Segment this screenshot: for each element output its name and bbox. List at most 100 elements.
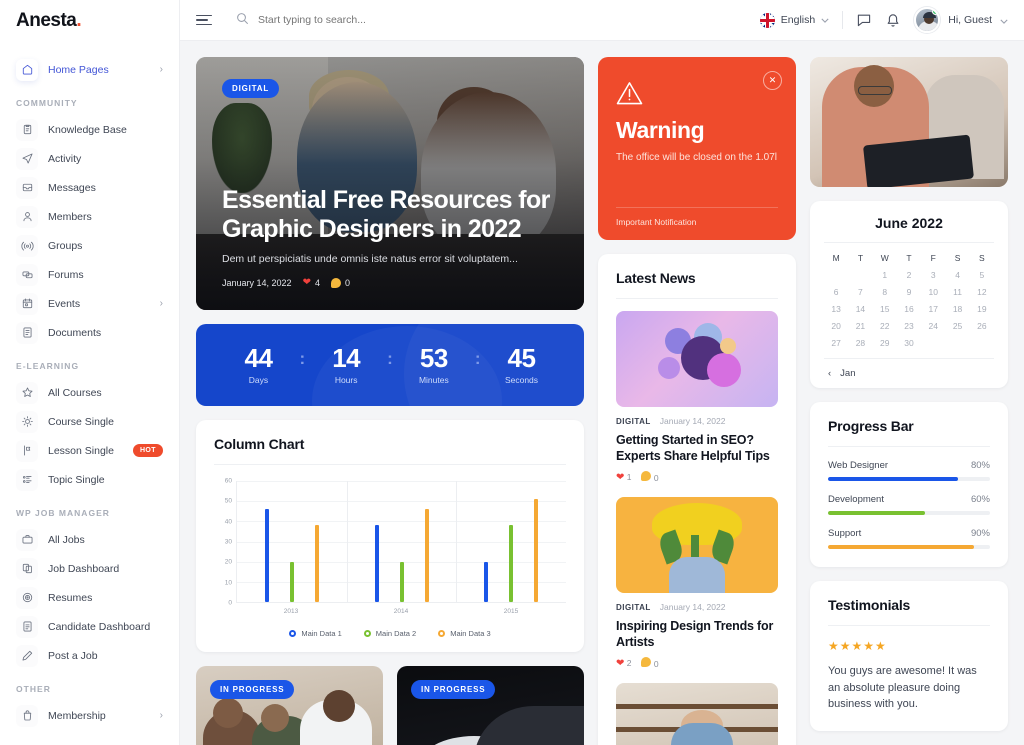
chart-bar[interactable] (399, 561, 404, 602)
sidebar-item-documents[interactable]: Documents (10, 318, 169, 347)
sidebar-item-post-a-job[interactable]: Post a Job (10, 641, 169, 670)
in-progress-card[interactable]: IN PROGRESS (196, 666, 383, 745)
calendar-day[interactable]: 6 (824, 287, 848, 297)
chart-bar[interactable] (509, 525, 514, 602)
news-item[interactable] (598, 683, 796, 745)
brand-logo[interactable]: Anesta. (0, 0, 179, 41)
calendar-day[interactable]: 21 (848, 321, 872, 331)
chat-icon[interactable] (856, 12, 872, 28)
calendar-weekday: F (930, 253, 936, 263)
sidebar-item-knowledge-base[interactable]: Knowledge Base (10, 115, 169, 144)
sidebar-item-course-single[interactable]: Course Single (10, 407, 169, 436)
in-progress-card[interactable]: IN PROGRESS (397, 666, 584, 745)
lesson-icon (16, 439, 38, 462)
calendar-day[interactable]: 16 (897, 304, 921, 314)
calendar-day[interactable]: 11 (945, 287, 969, 297)
sidebar-item-events[interactable]: Events › (10, 289, 169, 318)
progress-label: Web Designer (828, 460, 889, 471)
legend-item[interactable]: Main Data 1 (289, 629, 342, 638)
calendar-day[interactable]: 24 (921, 321, 945, 331)
calendar-day[interactable]: 8 (873, 287, 897, 297)
briefcase-icon (16, 528, 38, 551)
legend-item[interactable]: Main Data 2 (363, 629, 416, 638)
sidebar-item-all-courses[interactable]: All Courses (10, 378, 169, 407)
chart-bar[interactable] (374, 525, 379, 602)
calendar-day[interactable]: 22 (873, 321, 897, 331)
sidebar-item-lesson-single[interactable]: Lesson Single HOT (10, 436, 169, 465)
sidebar-item-topic-single[interactable]: Topic Single (10, 465, 169, 494)
news-item[interactable]: DIGITAL January 14, 2022 Getting Started i… (598, 311, 796, 497)
calendar-day[interactable]: 26 (970, 321, 994, 331)
calendar-day[interactable]: 10 (921, 287, 945, 297)
sidebar-item-candidate-dashboard[interactable]: Candidate Dashboard (10, 612, 169, 641)
home-icon (16, 58, 38, 81)
calendar-day[interactable]: 28 (848, 338, 872, 348)
featured-post-card[interactable]: DIGITAL Essential Free Resources for Gra… (196, 57, 584, 310)
sidebar-item-activity[interactable]: Activity (10, 144, 169, 173)
calendar-day[interactable]: 23 (897, 321, 921, 331)
sidebar-item-messages[interactable]: Messages (10, 173, 169, 202)
sidebar-item-job-dashboard[interactable]: Job Dashboard (10, 554, 169, 583)
comment-count[interactable]: 0 (330, 277, 350, 288)
news-item[interactable]: DIGITAL January 14, 2022 Inspiring Design … (598, 497, 796, 683)
calendar-weekday: M (832, 253, 840, 263)
chevron-right-icon: › (159, 298, 163, 309)
calendar-day[interactable]: 9 (897, 287, 921, 297)
calendar-day[interactable]: 19 (970, 304, 994, 314)
calendar-day[interactable]: 12 (970, 287, 994, 297)
progress-row: Web Designer 80% (828, 460, 990, 481)
promo-photo-card[interactable] (810, 57, 1008, 187)
chart-bar[interactable] (289, 561, 294, 602)
like-count[interactable]: ❤ 2 (616, 658, 631, 669)
calendar-day[interactable]: 18 (945, 304, 969, 314)
menu-toggle-icon[interactable] (196, 14, 212, 26)
calendar-day[interactable]: 30 (897, 338, 921, 348)
calendar-day[interactable]: 13 (824, 304, 848, 314)
calendar-day[interactable]: 15 (873, 304, 897, 314)
chart-bar[interactable] (314, 525, 319, 602)
calendar-day[interactable]: 7 (848, 287, 872, 297)
calendar-day[interactable]: 17 (921, 304, 945, 314)
search-box[interactable] (236, 12, 750, 28)
search-input[interactable] (258, 14, 508, 26)
calendar-day[interactable]: 2 (897, 270, 921, 280)
comment-count[interactable]: 0 (641, 471, 659, 483)
sidebar-item-all-jobs[interactable]: All Jobs (10, 525, 169, 554)
calendar-prev-month[interactable]: ‹ Jan (824, 358, 994, 388)
sidebar-item-groups[interactable]: Groups (10, 231, 169, 260)
top-bar-actions: English Hi, Guest (759, 7, 1008, 33)
language-selector[interactable]: English (759, 12, 829, 28)
calendar-day[interactable]: 29 (873, 338, 897, 348)
sidebar-item-members[interactable]: Members (10, 202, 169, 231)
calendar-day[interactable]: 5 (970, 270, 994, 280)
countdown-label: Seconds (504, 375, 539, 386)
chart-bar[interactable] (534, 499, 539, 602)
sidebar-item-resumes[interactable]: Resumes (10, 583, 169, 612)
calendar-day[interactable]: 1 (873, 270, 897, 280)
chart-title: Column Chart (214, 436, 305, 452)
category-badge[interactable]: DIGITAL (222, 79, 280, 98)
like-count[interactable]: ❤ 4 (303, 277, 320, 288)
user-menu[interactable]: Hi, Guest (914, 7, 1008, 33)
like-count[interactable]: ❤ 1 (616, 472, 631, 483)
calendar-day[interactable]: 27 (824, 338, 848, 348)
chart-bar[interactable] (264, 509, 269, 602)
chart-bar[interactable] (484, 561, 489, 602)
calendar-day[interactable]: 3 (921, 270, 945, 280)
calendar-day[interactable]: 20 (824, 321, 848, 331)
notification-bell-icon[interactable] (885, 12, 901, 28)
legend-item[interactable]: Main Data 3 (438, 629, 491, 638)
sidebar-item-membership[interactable]: Membership › (10, 701, 169, 730)
chart-body: 0 10 20 30 40 50 60 2013 2014 2015 Main Data 1 Ma… (196, 465, 584, 652)
close-icon[interactable]: ✕ (763, 71, 782, 90)
divider (824, 242, 994, 243)
comment-count[interactable]: 0 (641, 657, 659, 669)
sidebar-item-forums[interactable]: Forums (10, 260, 169, 289)
y-tick-label: 10 (224, 579, 232, 587)
sidebar-item-home-pages[interactable]: Home Pages › (10, 55, 169, 84)
calendar-day[interactable]: 25 (945, 321, 969, 331)
calendar-day[interactable]: 14 (848, 304, 872, 314)
calendar-day[interactable]: 4 (945, 270, 969, 280)
progress-row: Support 90% (828, 528, 990, 549)
chart-bar[interactable] (424, 509, 429, 602)
